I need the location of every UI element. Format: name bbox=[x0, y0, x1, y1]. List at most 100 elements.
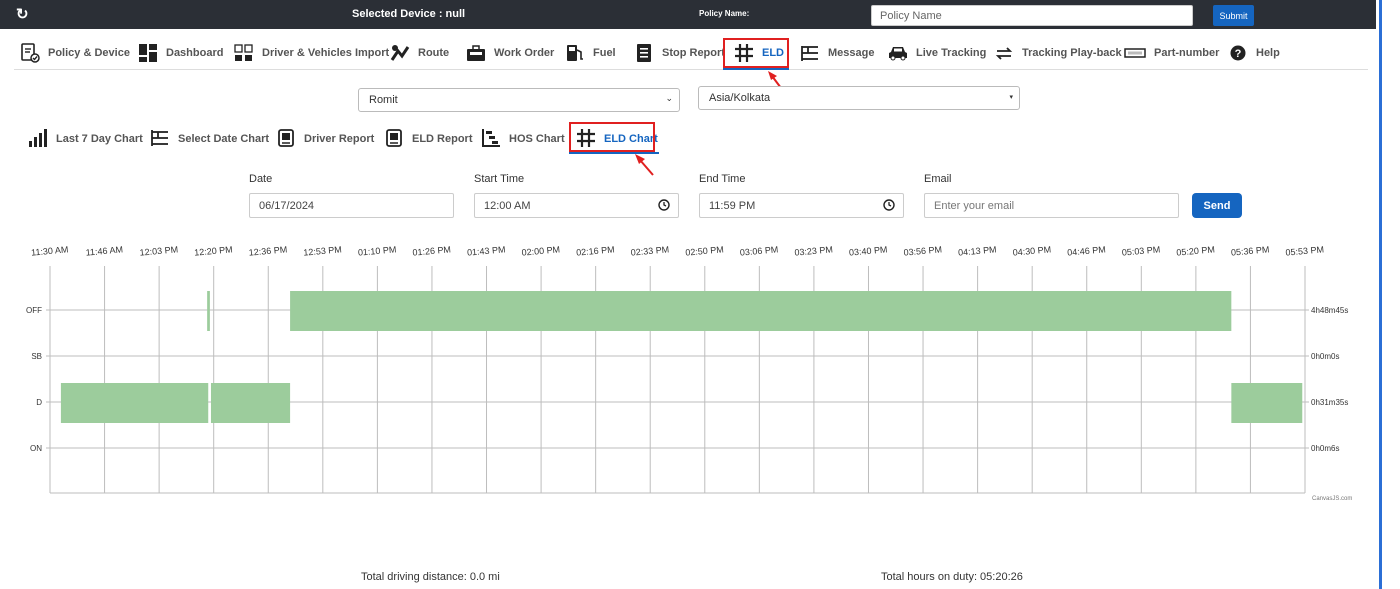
x-tick-label: 12:20 PM bbox=[194, 244, 233, 257]
x-tick-label: 02:16 PM bbox=[576, 244, 615, 257]
list-icon bbox=[150, 128, 170, 151]
document-icon bbox=[384, 128, 404, 151]
date-field[interactable]: 06/17/2024 bbox=[249, 193, 454, 218]
x-tick-label: 12:03 PM bbox=[139, 244, 178, 257]
end-time-label: End Time bbox=[699, 173, 746, 185]
route-icon bbox=[390, 43, 410, 63]
playback-icon bbox=[994, 43, 1014, 63]
nav-live-tracking[interactable]: Live Tracking bbox=[888, 42, 986, 64]
x-tick-label: 04:30 PM bbox=[1012, 244, 1051, 257]
tab-label: Last 7 Day Chart bbox=[56, 133, 143, 145]
policy-name-label: Policy Name: bbox=[699, 9, 750, 18]
driver-select[interactable]: Romit ⌄ bbox=[358, 88, 680, 112]
nav-stop-report[interactable]: Stop Report bbox=[634, 42, 725, 64]
tab-last-7-day-chart[interactable]: Last 7 Day Chart bbox=[28, 126, 143, 152]
timezone-select-value: Asia/Kolkata bbox=[709, 92, 771, 104]
timezone-select[interactable]: Asia/Kolkata ▾ bbox=[698, 86, 1020, 110]
nav-tracking-playback[interactable]: Tracking Play-back bbox=[994, 42, 1122, 64]
nav-part-number[interactable]: Part-number bbox=[1124, 42, 1219, 64]
status-segment-bar bbox=[210, 383, 291, 423]
tab-eld-report[interactable]: ELD Report bbox=[384, 126, 473, 152]
x-tick-label: 01:10 PM bbox=[358, 244, 397, 257]
nav-policy-device[interactable]: Policy & Device bbox=[20, 42, 130, 64]
x-tick-label: 03:06 PM bbox=[739, 244, 778, 257]
top-bar: ↻ Selected Device : null Policy Name: Su… bbox=[0, 0, 1376, 29]
help-icon: ? bbox=[1228, 43, 1248, 63]
tab-label: ELD Report bbox=[412, 133, 473, 145]
row-label: OFF bbox=[26, 306, 42, 315]
car-icon bbox=[888, 43, 908, 63]
end-time-field[interactable]: 11:59 PM bbox=[699, 193, 904, 218]
start-time-label: Start Time bbox=[474, 173, 525, 185]
row-total-label: 0h31m35s bbox=[1311, 398, 1348, 407]
nav-label: Fuel bbox=[593, 47, 616, 59]
x-tick-label: 03:56 PM bbox=[903, 244, 942, 257]
nav-route[interactable]: Route bbox=[390, 42, 449, 64]
date-value: 06/17/2024 bbox=[259, 199, 315, 212]
chevron-down-icon: ⌄ bbox=[665, 93, 673, 103]
row-label: D bbox=[36, 398, 42, 407]
policy-name-input[interactable] bbox=[871, 5, 1193, 26]
nav-label: Policy & Device bbox=[48, 47, 130, 59]
send-button[interactable]: Send bbox=[1192, 193, 1242, 218]
status-segment-bar bbox=[290, 291, 1232, 331]
nav-message[interactable]: Message bbox=[800, 42, 874, 64]
nav-label: Help bbox=[1256, 47, 1280, 59]
message-icon bbox=[800, 43, 820, 63]
eld-chart-highlight-box bbox=[569, 122, 655, 152]
dashboard-icon bbox=[138, 43, 158, 63]
x-tick-label: 12:53 PM bbox=[303, 244, 342, 257]
x-tick-label: 03:40 PM bbox=[849, 244, 888, 257]
row-total-label: 0h0m6s bbox=[1311, 444, 1339, 453]
x-tick-label: 02:00 PM bbox=[521, 244, 560, 257]
x-tick-label: 12:36 PM bbox=[248, 244, 287, 257]
nav-label: Live Tracking bbox=[916, 47, 987, 59]
hos-chart-icon bbox=[481, 128, 501, 151]
tab-driver-report[interactable]: Driver Report bbox=[276, 126, 374, 152]
row-label: SB bbox=[31, 352, 42, 361]
date-label: Date bbox=[249, 173, 273, 185]
clock-icon[interactable] bbox=[658, 199, 670, 214]
nav-label: Stop Report bbox=[662, 47, 725, 59]
start-time-field[interactable]: 12:00 AM bbox=[474, 193, 679, 218]
document-icon bbox=[276, 128, 296, 151]
eld-chart-arrow-icon bbox=[635, 154, 654, 176]
total-hours-on-duty: Total hours on duty: 05:20:26 bbox=[881, 571, 1023, 583]
start-time-value: 12:00 AM bbox=[484, 199, 531, 212]
nav-label: Message bbox=[828, 47, 875, 59]
work-order-icon bbox=[466, 43, 486, 63]
submit-button[interactable]: Submit bbox=[1213, 5, 1254, 26]
tab-hos-chart[interactable]: HOS Chart bbox=[481, 126, 565, 152]
tab-select-date-chart[interactable]: Select Date Chart bbox=[150, 126, 269, 152]
chart-credit: CanvasJS.com bbox=[1312, 496, 1352, 502]
email-field[interactable]: Enter your email bbox=[924, 193, 1179, 218]
row-total-label: 4h48m45s bbox=[1311, 306, 1348, 315]
nav-dashboard[interactable]: Dashboard bbox=[138, 42, 223, 64]
x-tick-label: 05:53 PM bbox=[1285, 244, 1324, 257]
nav-fuel[interactable]: Fuel bbox=[565, 42, 616, 64]
nav-help[interactable]: ? Help bbox=[1228, 42, 1280, 64]
row-total-label: 0h0m0s bbox=[1311, 352, 1339, 361]
end-time-value: 11:59 PM bbox=[709, 199, 756, 212]
driver-select-value: Romit bbox=[369, 94, 398, 106]
chevron-down-icon: ▾ bbox=[1009, 94, 1013, 101]
refresh-icon[interactable]: ↻ bbox=[16, 5, 29, 23]
x-tick-label: 05:36 PM bbox=[1231, 244, 1270, 257]
clock-icon[interactable] bbox=[883, 199, 895, 214]
nav-label: Tracking Play-back bbox=[1022, 47, 1122, 59]
nav-work-order[interactable]: Work Order bbox=[466, 42, 554, 64]
eld-chart-svg: 11:30 AM 11:46 AM 12:03 PM 12:20 PM 12:36 PM… bbox=[26, 244, 1352, 502]
x-tick-label: 04:46 PM bbox=[1067, 244, 1106, 257]
x-tick-label: 11:46 AM bbox=[85, 244, 123, 257]
fuel-icon bbox=[565, 43, 585, 63]
scrollbar[interactable] bbox=[1379, 0, 1400, 589]
eld-chart: 11:30 AM 11:46 AM 12:03 PM 12:20 PM 12:36 PM… bbox=[0, 236, 1376, 506]
status-segment-bar bbox=[1231, 383, 1303, 423]
nav-driver-vehicles-import[interactable]: Driver & Vehicles Import bbox=[234, 42, 389, 64]
tab-label: Driver Report bbox=[304, 133, 375, 145]
part-number-icon bbox=[1124, 43, 1146, 63]
status-segment-bar bbox=[207, 291, 210, 331]
main-nav: Policy & Device Dashboard Driver & Vehic… bbox=[14, 36, 1368, 70]
x-tick-label: 03:23 PM bbox=[794, 244, 833, 257]
x-tick-label: 05:20 PM bbox=[1176, 244, 1215, 257]
